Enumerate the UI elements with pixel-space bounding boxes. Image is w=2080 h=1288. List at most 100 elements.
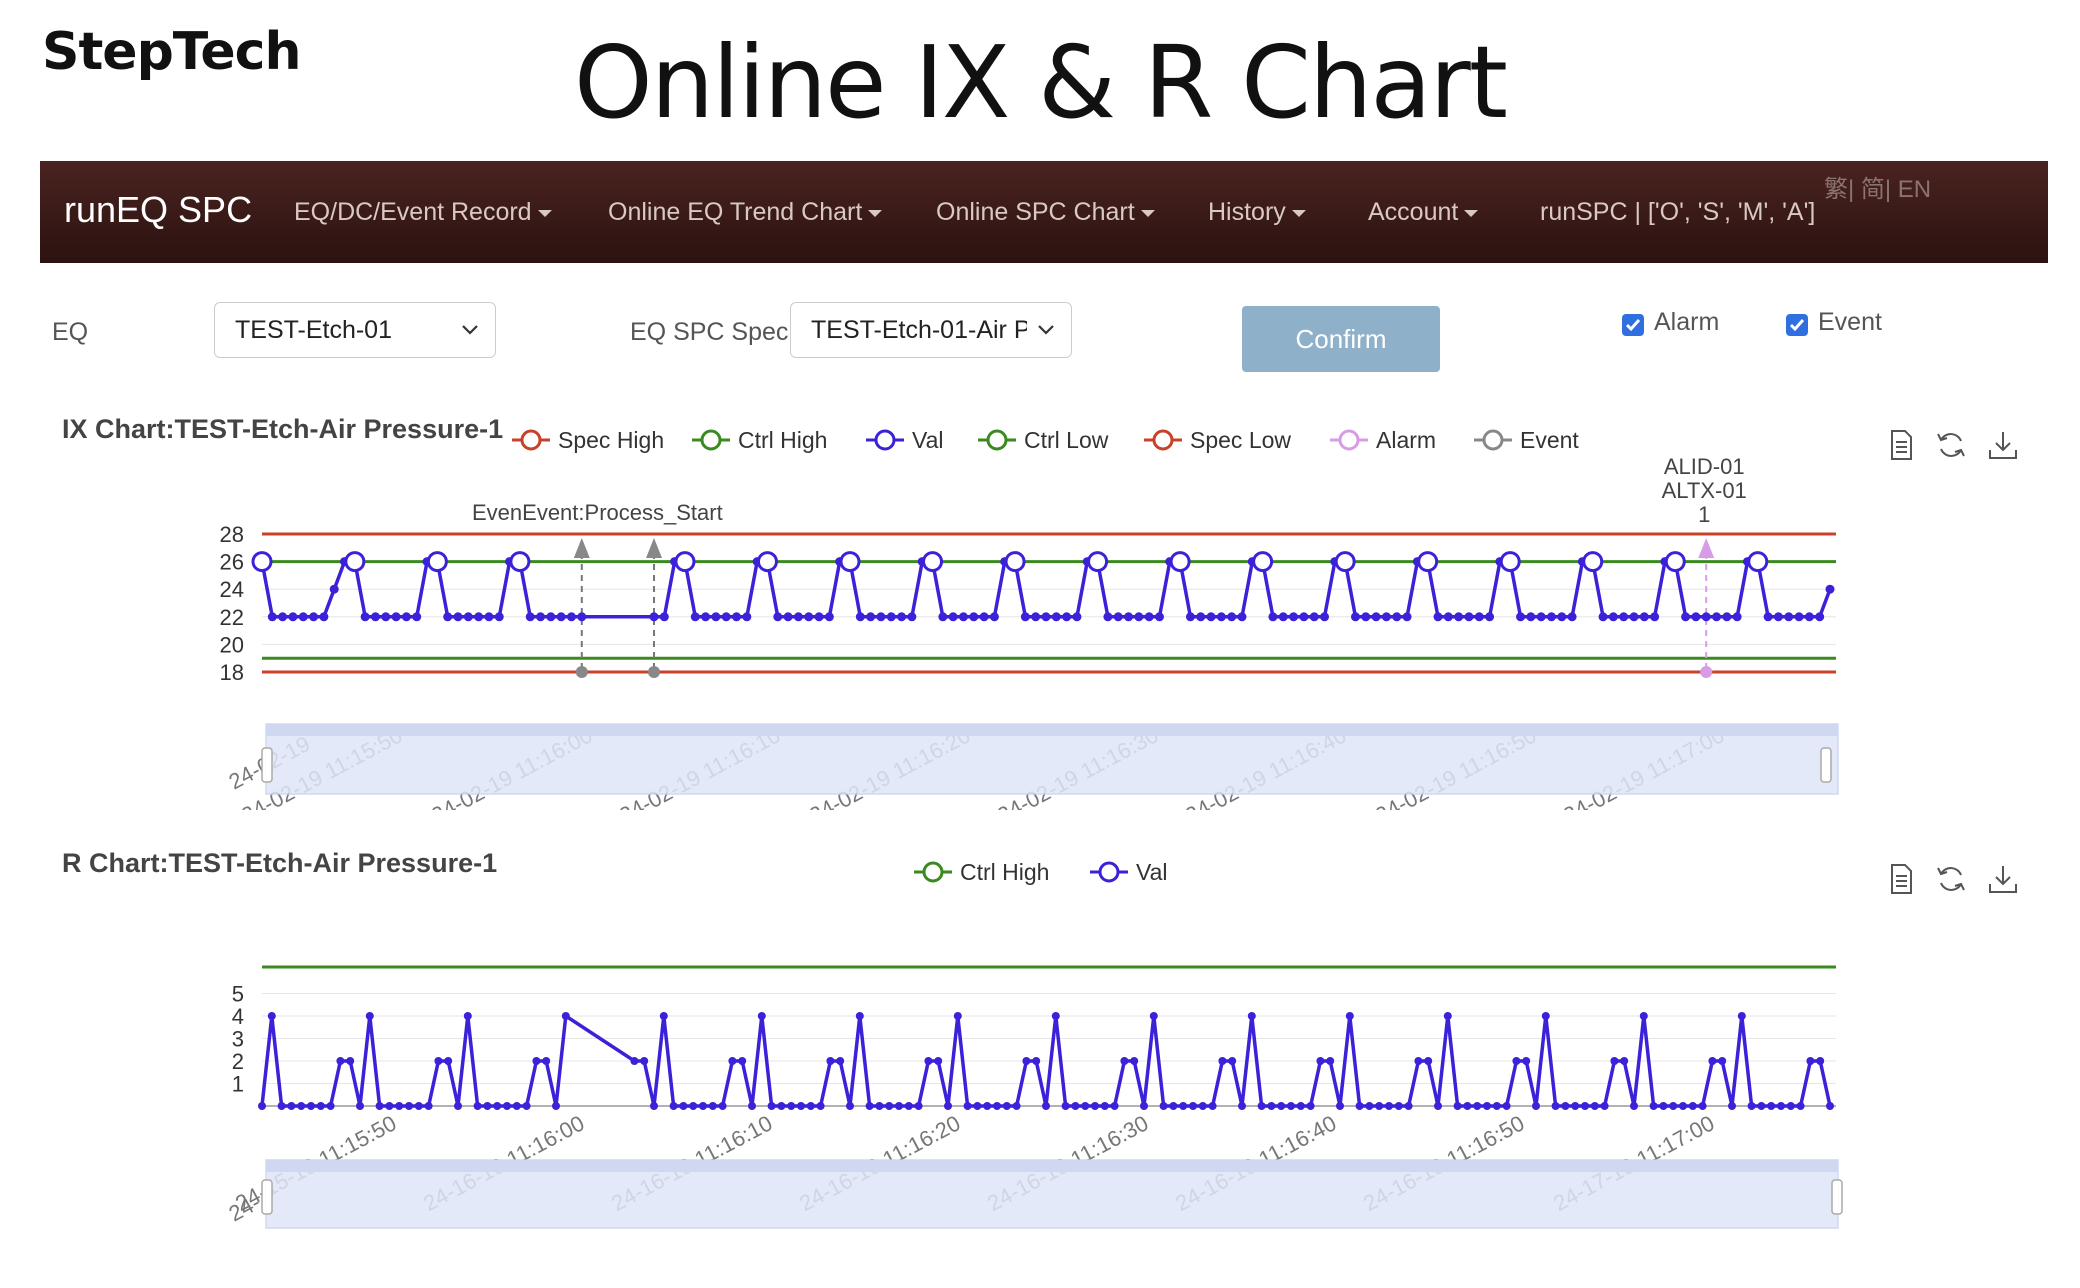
- val-point: [267, 1012, 276, 1020]
- legend-val-swatch-marker: [1098, 861, 1120, 883]
- app-brand[interactable]: runEQ SPC: [64, 189, 252, 231]
- val-point: [525, 612, 535, 622]
- val-point: [444, 1057, 453, 1065]
- val-point: [1453, 1102, 1462, 1110]
- val-point: [561, 1012, 570, 1020]
- nav-online-eq-trend-chart[interactable]: Online EQ Trend Chart: [608, 198, 883, 227]
- val-point: [1826, 1102, 1834, 1110]
- val-point: [1072, 612, 1082, 622]
- val-point: [1804, 612, 1814, 622]
- val-point: [1659, 1102, 1668, 1110]
- val-point: [1784, 612, 1794, 622]
- confirm-button[interactable]: Confirm: [1242, 306, 1440, 372]
- val-point: [1786, 1102, 1795, 1110]
- val-point: [494, 612, 504, 622]
- val-point: [1326, 1057, 1335, 1065]
- val-point: [278, 612, 288, 622]
- val-point: [1610, 1057, 1619, 1065]
- val-point: [346, 1057, 355, 1065]
- val-point: [1681, 612, 1691, 622]
- val-point: [360, 612, 370, 622]
- val-point: [1061, 1102, 1070, 1110]
- val-point: [855, 612, 865, 622]
- val-point: [1361, 612, 1371, 622]
- val-point: [356, 1102, 364, 1110]
- val-point: [1228, 1057, 1237, 1065]
- val-point: [1278, 612, 1288, 622]
- nav-eq-dc-event-record[interactable]: EQ/DC/Event Record: [294, 198, 552, 227]
- legend-alarm-swatch-marker: [1338, 429, 1360, 451]
- nav-online-spc-chart[interactable]: Online SPC Chart: [936, 198, 1155, 227]
- r-chart-zoom-slider[interactable]: [261, 1159, 1843, 1229]
- legend-ctrl-high: Ctrl High: [960, 859, 1049, 885]
- val-point: [721, 612, 731, 622]
- val-point: [412, 612, 422, 622]
- val-point: [298, 612, 308, 622]
- val-point: [1669, 1102, 1678, 1110]
- val-point: [1473, 1102, 1482, 1110]
- y-tick-label: 18: [220, 660, 244, 685]
- val-point: [542, 1057, 551, 1065]
- language-switcher[interactable]: 繁| 简| EN: [1824, 169, 1931, 204]
- val-point: [385, 1102, 394, 1110]
- val-point: [787, 1102, 796, 1110]
- val-point: [1149, 1012, 1158, 1020]
- val-point: [1463, 1102, 1472, 1110]
- val-point: [424, 1102, 433, 1110]
- val-point: [973, 1102, 982, 1110]
- eq-select[interactable]: TEST-Etch-01: [214, 302, 496, 358]
- val-point: [1051, 612, 1061, 622]
- val-point: [1140, 1102, 1148, 1110]
- alarm-annotation-label: 1: [1698, 502, 1710, 527]
- nav-user[interactable]: runSPC | ['O', 'S', 'M', 'A']: [1540, 198, 1815, 227]
- val-point: [1185, 612, 1195, 622]
- event-checkbox[interactable]: [1786, 314, 1808, 336]
- val-point: [699, 1102, 707, 1110]
- val-point: [983, 1102, 992, 1110]
- val-point: [1434, 1102, 1442, 1110]
- val-point: [1002, 1102, 1011, 1110]
- val-point: [640, 1057, 649, 1065]
- ix-chart-zoom-slider[interactable]: [261, 723, 1839, 795]
- val-point: [1757, 1102, 1766, 1110]
- val-point: [1590, 1102, 1599, 1110]
- alarm-checkbox[interactable]: [1622, 314, 1644, 336]
- val-point: [989, 612, 999, 622]
- val-point: [1608, 612, 1618, 622]
- val-point: [1277, 1102, 1286, 1110]
- val-point: [1198, 1102, 1207, 1110]
- val-point: [1557, 612, 1567, 622]
- val-point: [454, 1102, 462, 1110]
- val-highlight-point: [1582, 551, 1604, 573]
- caret-down-icon: [1140, 209, 1155, 217]
- val-point: [649, 612, 659, 622]
- val-point: [1712, 612, 1722, 622]
- alarm-marker-arrow: [1698, 538, 1715, 558]
- legend-val: Val: [1136, 859, 1168, 885]
- val-point: [1796, 1102, 1805, 1110]
- val-point: [532, 1057, 541, 1065]
- val-point: [297, 1102, 306, 1110]
- val-point: [395, 1102, 404, 1110]
- val-highlight-point: [344, 551, 366, 573]
- val-point: [1350, 612, 1360, 622]
- val-point: [1336, 1102, 1344, 1110]
- val-point: [816, 1102, 825, 1110]
- val-point: [391, 612, 401, 622]
- val-point: [1091, 1102, 1099, 1110]
- val-point: [1571, 1102, 1580, 1110]
- val-point: [690, 612, 700, 622]
- val-point: [1414, 1057, 1423, 1065]
- val-point: [979, 612, 989, 622]
- nav-account[interactable]: Account: [1368, 198, 1479, 227]
- val-point: [924, 1057, 933, 1065]
- spec-select[interactable]: TEST-Etch-01-Air Pressure-1: [790, 302, 1072, 358]
- nav-history[interactable]: History: [1208, 198, 1306, 227]
- val-point: [1629, 612, 1639, 622]
- val-point: [1541, 1012, 1550, 1020]
- val-point: [876, 612, 886, 622]
- val-point: [742, 612, 752, 622]
- navbar: runEQ SPC EQ/DC/Event Record Online EQ T…: [40, 161, 2048, 263]
- val-point: [1404, 1102, 1413, 1110]
- y-tick-label: 20: [220, 632, 244, 657]
